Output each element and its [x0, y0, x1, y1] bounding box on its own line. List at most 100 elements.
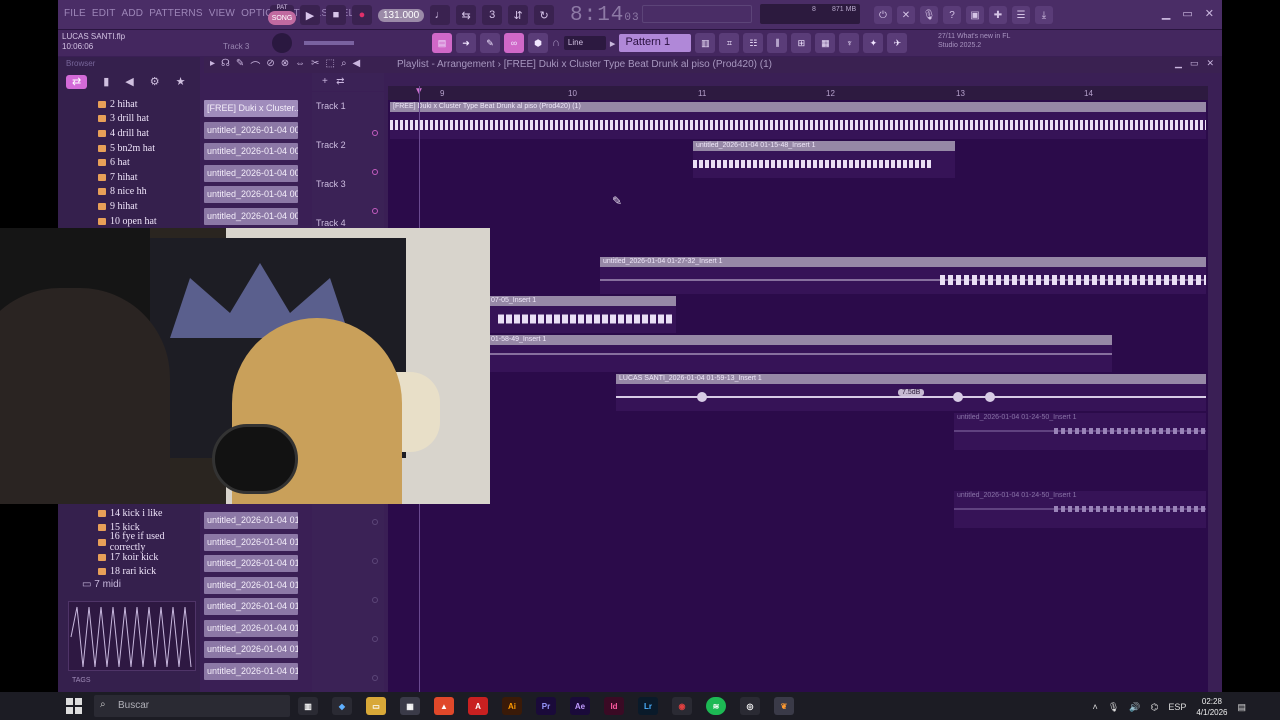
help-icon[interactable]: ?	[943, 6, 961, 24]
close-icon[interactable]: ✕	[1205, 7, 1214, 20]
chat-icon[interactable]: ☰	[1012, 6, 1030, 24]
menu-edit[interactable]: EDIT	[92, 8, 116, 19]
channel-button[interactable]: [FREE] Duki x Cluster...	[204, 100, 298, 117]
brave-icon[interactable]: ▲	[434, 697, 454, 715]
store-icon[interactable]: ▦	[400, 697, 420, 715]
loop-record-icon[interactable]: ↻	[534, 5, 555, 25]
track-mute-dot[interactable]	[372, 519, 378, 525]
tools-icon[interactable]: ✦	[863, 33, 884, 53]
magnet-icon[interactable]: ∩	[552, 37, 560, 49]
browser-plugins-icon[interactable]: ⚙	[150, 75, 160, 89]
browser-item[interactable]: 9 hihat	[98, 199, 198, 214]
browser-item[interactable]: 7 hihat	[98, 170, 198, 185]
channel-button[interactable]: untitled_2026-01-04 01-...	[204, 598, 298, 615]
lightroom-icon[interactable]: Lr	[638, 697, 658, 715]
notifications-icon[interactable]: ▤	[1237, 702, 1246, 713]
task-view-icon[interactable]: ▥	[298, 697, 318, 715]
clip-vocal-6[interactable]: untitled_2026-01-04 01-24-50_Insert 1	[954, 413, 1206, 450]
master-pitch-slider[interactable]	[304, 41, 354, 45]
tray-arrow-icon[interactable]: ˄	[1093, 702, 1098, 712]
network-icon[interactable]: ⌬	[1150, 702, 1158, 713]
track-2-mute-dot[interactable]	[372, 169, 378, 175]
maximize-icon[interactable]: ▭	[1182, 7, 1192, 20]
playlist-minimize-icon[interactable]: ▁	[1175, 58, 1182, 69]
plugin-icon[interactable]: ✚	[989, 6, 1007, 24]
countdown-icon[interactable]: 3	[482, 5, 503, 25]
tray-mic-icon[interactable]: 🎙	[1108, 702, 1119, 713]
browser-item[interactable]: 14 kick i like	[98, 506, 200, 521]
acrobat-icon[interactable]: A	[468, 697, 488, 715]
midi-icon[interactable]: ✈	[887, 33, 908, 53]
delete-icon[interactable]: ⊘	[266, 58, 274, 73]
stop-icon[interactable]: ■	[326, 5, 346, 25]
mixer-icon[interactable]: ⫼	[767, 33, 788, 53]
browser-item[interactable]: 16 fye if used correctly	[98, 531, 200, 553]
channel-button[interactable]: untitled_2026-01-04 01-...	[204, 641, 298, 658]
track-3-mute-dot[interactable]	[372, 208, 378, 214]
track-mute-dot[interactable]	[372, 597, 378, 603]
zoom-icon[interactable]: ⌕	[341, 58, 347, 73]
link-icon[interactable]: ∞	[504, 33, 524, 53]
clip-vocal-2[interactable]: untitled_2026-01-04 01-27-32_Insert 1	[600, 257, 1206, 294]
slice-icon[interactable]: ✂	[311, 58, 319, 73]
channel-button[interactable]: untitled_2026-01-04 01-...	[204, 555, 298, 572]
timeline-ruler[interactable]: 9 10 11 12 13 14 ▼	[388, 86, 1208, 100]
taskbar-search[interactable]: ⌕ Buscar	[94, 695, 290, 717]
browser-item[interactable]: 8 nice hh	[98, 185, 198, 200]
browser-back-icon[interactable]: ⇄	[66, 75, 88, 89]
channel-button[interactable]: untitled_2026-01-04 00-...	[204, 121, 298, 139]
browser-star-icon[interactable]: ★	[176, 75, 186, 89]
language-indicator[interactable]: ESP	[1168, 702, 1186, 712]
clip-vocal-3[interactable]: 07-05_Insert 1	[488, 296, 676, 333]
browser-item[interactable]: 5 bn2m hat	[98, 141, 198, 156]
channel-button[interactable]: untitled_2026-01-04 01-...	[204, 662, 298, 680]
browser-files-icon[interactable]: ▮	[103, 75, 109, 89]
playlist-lanes[interactable]: [FREE] Duki x Cluster Type Beat Drunk al…	[388, 100, 1208, 692]
master-volume-knob[interactable]	[272, 33, 292, 53]
browser-speaker-icon[interactable]: ◀	[125, 75, 133, 89]
channel-button[interactable]: untitled_2026-01-04 01-...	[204, 619, 298, 637]
browser-icon[interactable]: ▦	[815, 33, 836, 53]
wait-icon[interactable]: ⇆	[456, 5, 477, 25]
menu-file[interactable]: FILE	[64, 8, 86, 19]
menu-add[interactable]: ADD	[122, 8, 144, 19]
piano-roll-icon[interactable]: ☷	[743, 33, 764, 53]
window-icon[interactable]: ▥	[695, 33, 716, 53]
download-icon[interactable]: ⤓	[1035, 6, 1053, 24]
tempo-display[interactable]: 131.000	[378, 8, 425, 22]
track-mute-dot[interactable]	[372, 675, 378, 681]
browser-item[interactable]: 4 drill hat	[98, 126, 198, 141]
track-mute-dot[interactable]	[372, 558, 378, 564]
taskbar-clock[interactable]: 02:28 4/1/2026	[1196, 696, 1227, 718]
menu-view[interactable]: VIEW	[209, 8, 235, 19]
arrow-icon[interactable]: ➜	[456, 33, 476, 53]
browser-item[interactable]: 2 hihat	[98, 97, 198, 112]
patcher-icon[interactable]: ⊞	[791, 33, 812, 53]
mic-icon[interactable]: 🎙	[920, 6, 938, 24]
playlist-add-track[interactable]: + ⇄	[312, 73, 384, 91]
snap-mode-select[interactable]: Line	[563, 36, 606, 50]
clip-vocal-4[interactable]: 01-58-49_Insert 1	[488, 335, 1112, 372]
channel-button[interactable]: untitled_2026-01-04 01-...	[204, 533, 298, 551]
metronome-icon[interactable]: ♩	[430, 5, 451, 25]
headphones-icon[interactable]: ☊	[221, 58, 230, 73]
cpu-monitor[interactable]: 8 871 MB	[760, 4, 860, 24]
channel-button[interactable]: untitled_2026-01-04 00-...	[204, 186, 298, 203]
cut-icon[interactable]: ✕	[897, 6, 915, 24]
playlist-close-icon[interactable]: ✕	[1206, 58, 1214, 69]
minimize-icon[interactable]: ▁	[1162, 7, 1170, 20]
clip-vocal-1[interactable]: untitled_2026-01-04 01-15-48_Insert 1	[693, 141, 955, 178]
mute-icon[interactable]: ⊗	[281, 58, 289, 73]
browser-item[interactable]: 10 open hat	[98, 214, 198, 229]
browser-item[interactable]: 6 hat	[98, 155, 198, 170]
blend-icon[interactable]: ⇵	[508, 5, 529, 25]
indesign-icon[interactable]: Id	[604, 697, 624, 715]
file-explorer-icon[interactable]: ▭	[366, 697, 386, 715]
browser-folder-midi[interactable]: ▭ 7 midi	[82, 579, 121, 590]
copilot-icon[interactable]: ◆	[332, 697, 352, 715]
paint-icon[interactable]: ⌒	[250, 58, 260, 73]
premiere-icon[interactable]: Pr	[536, 697, 556, 715]
song-position-clock[interactable]: 8:1403	[570, 4, 640, 27]
channel-button[interactable]: untitled_2026-01-04 00-...	[204, 164, 298, 182]
track-mute-dot[interactable]	[372, 636, 378, 642]
